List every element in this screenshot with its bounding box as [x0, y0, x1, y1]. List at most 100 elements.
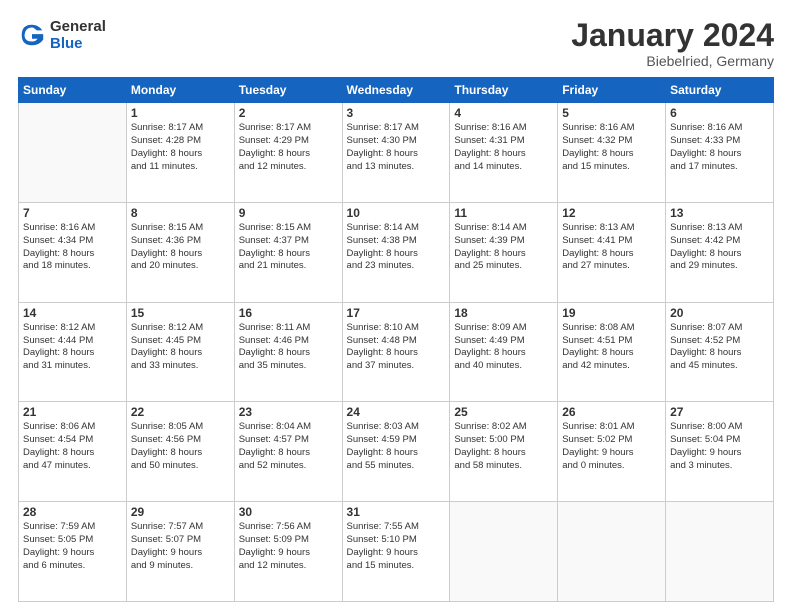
cell-text: Sunrise: 8:16 AM Sunset: 4:34 PM Dayligh…: [23, 222, 122, 273]
day-number: 5: [562, 106, 661, 120]
day-number: 15: [131, 306, 230, 320]
day-number: 3: [347, 106, 446, 120]
day-number: 14: [23, 306, 122, 320]
calendar-cell: 2Sunrise: 8:17 AM Sunset: 4:29 PM Daylig…: [234, 103, 342, 203]
cell-text: Sunrise: 8:16 AM Sunset: 4:33 PM Dayligh…: [670, 122, 769, 173]
day-number: 10: [347, 206, 446, 220]
day-number: 9: [239, 206, 338, 220]
logo-general: General: [50, 18, 106, 35]
calendar-week-row: 21 Sunrise: 8:06 AM Sunset: 4:54 PM Dayli…: [19, 402, 774, 502]
day-number: 28: [23, 505, 122, 519]
day-number: 18: [454, 306, 553, 320]
calendar-cell: 23Sunrise: 8:04 AM Sunset: 4:57 PM Dayli…: [234, 402, 342, 502]
calendar-cell: 8 Sunrise: 8:15 AM Sunset: 4:36 PM Daylig…: [126, 202, 234, 302]
calendar-cell: 27 Sunrise: 8:00 AM Sunset: 5:04 PM Dayli…: [666, 402, 774, 502]
day-number: 8: [131, 206, 230, 220]
header: General Blue January 2024 Biebelried, Ge…: [18, 18, 774, 69]
calendar-cell: [450, 502, 558, 602]
cell-text: Sunrise: 8:17 AM Sunset: 4:28 PM Dayligh…: [131, 122, 230, 173]
cell-text: Sunrise: 8:13 AM Sunset: 4:42 PM Dayligh…: [670, 222, 769, 273]
cell-text: Sunrise: 8:01 AM Sunset: 5:02 PM Dayligh…: [562, 421, 661, 472]
calendar-cell: 10 Sunrise: 8:14 AM Sunset: 4:38 PM Dayli…: [342, 202, 450, 302]
day-number: 2: [239, 106, 338, 120]
calendar-cell: 22 Sunrise: 8:05 AM Sunset: 4:56 PM Dayli…: [126, 402, 234, 502]
day-number: 4: [454, 106, 553, 120]
cell-text: Sunrise: 8:16 AM Sunset: 4:32 PM Dayligh…: [562, 122, 661, 173]
calendar-cell: 7 Sunrise: 8:16 AM Sunset: 4:34 PM Daylig…: [19, 202, 127, 302]
cell-text: Sunrise: 8:12 AM Sunset: 4:44 PM Dayligh…: [23, 322, 122, 373]
calendar-cell: 12 Sunrise: 8:13 AM Sunset: 4:41 PM Dayli…: [558, 202, 666, 302]
day-number: 26: [562, 405, 661, 419]
day-number: 13: [670, 206, 769, 220]
day-number: 25: [454, 405, 553, 419]
location: Biebelried, Germany: [571, 53, 774, 69]
cell-text: Sunrise: 8:07 AM Sunset: 4:52 PM Dayligh…: [670, 322, 769, 373]
cell-text: Sunrise: 7:56 AM Sunset: 5:09 PM Dayligh…: [239, 521, 338, 572]
day-number: 27: [670, 405, 769, 419]
day-number: 7: [23, 206, 122, 220]
cell-text: Sunrise: 7:57 AM Sunset: 5:07 PM Dayligh…: [131, 521, 230, 572]
calendar-cell: 9 Sunrise: 8:15 AM Sunset: 4:37 PM Daylig…: [234, 202, 342, 302]
cell-text: Sunrise: 7:55 AM Sunset: 5:10 PM Dayligh…: [347, 521, 446, 572]
calendar-week-row: 14 Sunrise: 8:12 AM Sunset: 4:44 PM Dayli…: [19, 302, 774, 402]
day-number: 1: [131, 106, 230, 120]
calendar-cell: 31Sunrise: 7:55 AM Sunset: 5:10 PM Dayli…: [342, 502, 450, 602]
logo-text: General Blue: [50, 18, 106, 52]
calendar-cell: 4Sunrise: 8:16 AM Sunset: 4:31 PM Daylig…: [450, 103, 558, 203]
cell-text: Sunrise: 7:59 AM Sunset: 5:05 PM Dayligh…: [23, 521, 122, 572]
cell-text: Sunrise: 8:04 AM Sunset: 4:57 PM Dayligh…: [239, 421, 338, 472]
calendar-week-row: 1 Sunrise: 8:17 AM Sunset: 4:28 PM Daylig…: [19, 103, 774, 203]
cell-text: Sunrise: 8:10 AM Sunset: 4:48 PM Dayligh…: [347, 322, 446, 373]
calendar-cell: 30Sunrise: 7:56 AM Sunset: 5:09 PM Dayli…: [234, 502, 342, 602]
calendar-cell: 13 Sunrise: 8:13 AM Sunset: 4:42 PM Dayli…: [666, 202, 774, 302]
day-number: 24: [347, 405, 446, 419]
calendar-week-row: 7 Sunrise: 8:16 AM Sunset: 4:34 PM Daylig…: [19, 202, 774, 302]
day-number: 6: [670, 106, 769, 120]
cell-text: Sunrise: 8:17 AM Sunset: 4:30 PM Dayligh…: [347, 122, 446, 173]
calendar-cell: 11 Sunrise: 8:14 AM Sunset: 4:39 PM Dayli…: [450, 202, 558, 302]
calendar-cell: 5 Sunrise: 8:16 AM Sunset: 4:32 PM Daylig…: [558, 103, 666, 203]
calendar-table: SundayMondayTuesdayWednesdayThursdayFrid…: [18, 77, 774, 602]
calendar-cell: 3 Sunrise: 8:17 AM Sunset: 4:30 PM Daylig…: [342, 103, 450, 203]
cell-text: Sunrise: 8:14 AM Sunset: 4:39 PM Dayligh…: [454, 222, 553, 273]
cell-text: Sunrise: 8:06 AM Sunset: 4:54 PM Dayligh…: [23, 421, 122, 472]
calendar-cell: 18Sunrise: 8:09 AM Sunset: 4:49 PM Dayli…: [450, 302, 558, 402]
weekday-header: Tuesday: [234, 78, 342, 103]
calendar-cell: 24 Sunrise: 8:03 AM Sunset: 4:59 PM Dayli…: [342, 402, 450, 502]
weekday-header: Friday: [558, 78, 666, 103]
calendar-cell: 15 Sunrise: 8:12 AM Sunset: 4:45 PM Dayli…: [126, 302, 234, 402]
cell-text: Sunrise: 8:08 AM Sunset: 4:51 PM Dayligh…: [562, 322, 661, 373]
day-number: 16: [239, 306, 338, 320]
cell-text: Sunrise: 8:12 AM Sunset: 4:45 PM Dayligh…: [131, 322, 230, 373]
cell-text: Sunrise: 8:03 AM Sunset: 4:59 PM Dayligh…: [347, 421, 446, 472]
cell-text: Sunrise: 8:15 AM Sunset: 4:36 PM Dayligh…: [131, 222, 230, 273]
calendar-cell: 6 Sunrise: 8:16 AM Sunset: 4:33 PM Daylig…: [666, 103, 774, 203]
page: General Blue January 2024 Biebelried, Ge…: [0, 0, 792, 612]
calendar-cell: 26 Sunrise: 8:01 AM Sunset: 5:02 PM Dayli…: [558, 402, 666, 502]
calendar-cell: [19, 103, 127, 203]
logo-icon: [18, 21, 46, 49]
weekday-header: Sunday: [19, 78, 127, 103]
day-number: 19: [562, 306, 661, 320]
day-number: 20: [670, 306, 769, 320]
logo: General Blue: [18, 18, 106, 52]
calendar-cell: 16Sunrise: 8:11 AM Sunset: 4:46 PM Dayli…: [234, 302, 342, 402]
day-number: 22: [131, 405, 230, 419]
day-number: 12: [562, 206, 661, 220]
cell-text: Sunrise: 8:02 AM Sunset: 5:00 PM Dayligh…: [454, 421, 553, 472]
cell-text: Sunrise: 8:05 AM Sunset: 4:56 PM Dayligh…: [131, 421, 230, 472]
cell-text: Sunrise: 8:13 AM Sunset: 4:41 PM Dayligh…: [562, 222, 661, 273]
weekday-header: Monday: [126, 78, 234, 103]
day-number: 29: [131, 505, 230, 519]
calendar-cell: 21 Sunrise: 8:06 AM Sunset: 4:54 PM Dayli…: [19, 402, 127, 502]
cell-text: Sunrise: 8:00 AM Sunset: 5:04 PM Dayligh…: [670, 421, 769, 472]
weekday-header: Wednesday: [342, 78, 450, 103]
calendar-cell: 25 Sunrise: 8:02 AM Sunset: 5:00 PM Dayli…: [450, 402, 558, 502]
cell-text: Sunrise: 8:14 AM Sunset: 4:38 PM Dayligh…: [347, 222, 446, 273]
weekday-header: Saturday: [666, 78, 774, 103]
calendar-week-row: 28 Sunrise: 7:59 AM Sunset: 5:05 PM Dayli…: [19, 502, 774, 602]
day-number: 11: [454, 206, 553, 220]
day-number: 21: [23, 405, 122, 419]
cell-text: Sunrise: 8:15 AM Sunset: 4:37 PM Dayligh…: [239, 222, 338, 273]
calendar-cell: [666, 502, 774, 602]
